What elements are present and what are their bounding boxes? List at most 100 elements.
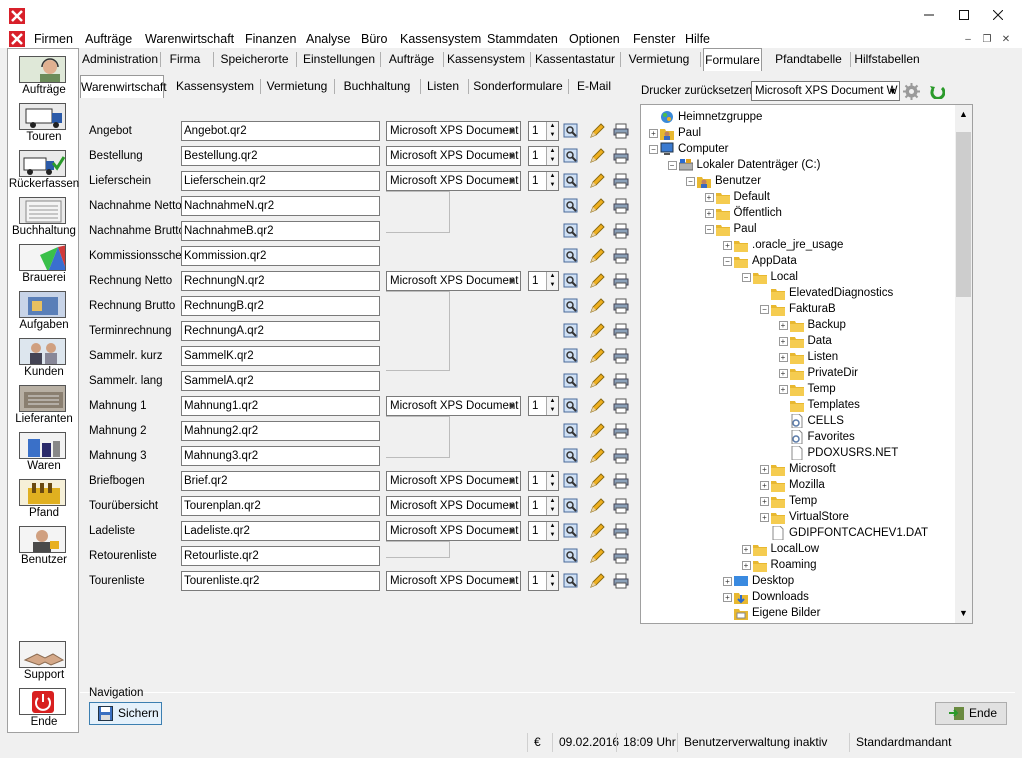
form-file-input[interactable]: RechnungA.qr2 — [181, 321, 380, 341]
subtab-warenwirtschaft[interactable]: Warenwirtschaft — [80, 75, 167, 98]
form-printer-select[interactable]: Microsoft XPS Document Writer▼ — [386, 121, 521, 141]
printer-icon[interactable] — [613, 173, 629, 189]
menu-auftraege[interactable]: Aufträge — [85, 31, 132, 47]
expand-icon[interactable]: + — [778, 353, 788, 362]
printer-icon[interactable] — [613, 298, 629, 314]
printer-icon[interactable] — [613, 398, 629, 414]
expand-icon[interactable]: + — [778, 385, 788, 394]
tab-auftraege[interactable]: Aufträge — [383, 48, 440, 71]
preview-icon[interactable] — [563, 473, 579, 489]
form-printer-select[interactable]: Microsoft XPS Document Writer▼ — [386, 471, 521, 491]
spinner-arrows-icon[interactable]: ▲ ▼ — [546, 472, 558, 490]
sidebar-item-buchhaltung[interactable]: Buchhaltung — [8, 195, 80, 241]
form-file-input[interactable]: Kommission.qr2 — [181, 246, 380, 266]
form-file-input[interactable]: Mahnung3.qr2 — [181, 446, 380, 466]
mdi-close-icon[interactable]: ✕ — [998, 32, 1014, 46]
pencil-icon[interactable] — [589, 373, 605, 389]
preview-icon[interactable] — [563, 298, 579, 314]
tab-einstellungen[interactable]: Einstellungen — [299, 48, 379, 71]
printer-icon[interactable] — [613, 448, 629, 464]
preview-icon[interactable] — [563, 198, 579, 214]
tab-vermietung[interactable]: Vermietung — [623, 48, 695, 71]
subtab-email[interactable]: E-Mail — [571, 75, 617, 98]
tab-kassensystem[interactable]: Kassensystem — [446, 48, 526, 71]
expand-icon[interactable]: + — [741, 561, 751, 570]
pencil-icon[interactable] — [589, 273, 605, 289]
sidebar-item-auftraege[interactable]: Aufträge — [8, 54, 80, 100]
menu-warenwirtschaft[interactable]: Warenwirtschaft — [145, 31, 234, 47]
pencil-icon[interactable] — [589, 123, 605, 139]
form-file-input[interactable]: Ladeliste.qr2 — [181, 521, 380, 541]
spinner-arrows-icon[interactable]: ▲ ▼ — [546, 397, 558, 415]
spinner-arrows-icon[interactable]: ▲ ▼ — [546, 172, 558, 190]
printer-icon[interactable] — [613, 148, 629, 164]
form-printer-select[interactable]: Microsoft XPS Document Writer▼ — [386, 271, 521, 291]
menu-firmen[interactable]: Firmen — [34, 31, 73, 47]
collapse-icon[interactable]: − — [704, 225, 714, 234]
tab-formulare[interactable]: Formulare — [703, 48, 762, 71]
preview-icon[interactable] — [563, 398, 579, 414]
sidebar-item-brauerei[interactable]: Brauerei — [8, 242, 80, 288]
form-copies-stepper[interactable]: 1 ▲ ▼ — [528, 521, 559, 541]
subtab-vermietung[interactable]: Vermietung — [263, 75, 331, 98]
expand-icon[interactable]: + — [723, 593, 732, 602]
spinner-arrows-icon[interactable]: ▲ ▼ — [546, 122, 558, 140]
collapse-icon[interactable]: − — [723, 257, 732, 266]
pencil-icon[interactable] — [589, 323, 605, 339]
expand-icon[interactable]: + — [760, 465, 769, 474]
expand-icon[interactable]: + — [760, 513, 769, 522]
tab-firma[interactable]: Firma — [162, 48, 208, 71]
preview-icon[interactable] — [563, 373, 579, 389]
printer-icon[interactable] — [613, 273, 629, 289]
expand-icon[interactable]: + — [704, 209, 714, 218]
form-printer-select[interactable]: Microsoft XPS Document Writer▼ — [386, 396, 521, 416]
form-copies-stepper[interactable]: 1 ▲ ▼ — [528, 496, 559, 516]
preview-icon[interactable] — [563, 548, 579, 564]
form-file-input[interactable]: Bestellung.qr2 — [181, 146, 380, 166]
expand-icon[interactable]: + — [778, 321, 788, 330]
preview-icon[interactable] — [563, 123, 579, 139]
preview-icon[interactable] — [563, 498, 579, 514]
pencil-icon[interactable] — [589, 248, 605, 264]
spinner-arrows-icon[interactable]: ▲ ▼ — [546, 272, 558, 290]
printer-icon[interactable] — [613, 348, 629, 364]
menu-fenster[interactable]: Fenster — [633, 31, 675, 47]
subtab-listen[interactable]: Listen — [423, 75, 463, 98]
close-button[interactable] — [981, 0, 1015, 30]
form-file-input[interactable]: Tourenplan.qr2 — [181, 496, 380, 516]
maximize-button[interactable] — [947, 0, 981, 30]
sidebar-item-lieferanten[interactable]: Lieferanten — [8, 383, 80, 429]
spinner-arrows-icon[interactable]: ▲ ▼ — [546, 147, 558, 165]
form-copies-stepper[interactable]: 1 ▲ ▼ — [528, 121, 559, 141]
printer-icon[interactable] — [613, 223, 629, 239]
form-copies-stepper[interactable]: 1 ▲ ▼ — [528, 471, 559, 491]
sidebar-item-waren[interactable]: Waren — [8, 430, 80, 476]
pencil-icon[interactable] — [589, 523, 605, 539]
save-button[interactable]: Sichern — [89, 702, 162, 725]
form-printer-select[interactable]: Microsoft XPS Document Writer▼ — [386, 171, 521, 191]
pencil-icon[interactable] — [589, 423, 605, 439]
subtab-kassensystem[interactable]: Kassensystem — [172, 75, 258, 98]
pencil-icon[interactable] — [589, 198, 605, 214]
menu-kassensystem[interactable]: Kassensystem — [400, 31, 481, 47]
form-copies-stepper[interactable]: 1 ▲ ▼ — [528, 171, 559, 191]
sidebar-item-ende[interactable]: Ende — [8, 686, 80, 732]
expand-icon[interactable]: + — [760, 481, 769, 490]
form-file-input[interactable]: NachnahmeN.qr2 — [181, 196, 380, 216]
pencil-icon[interactable] — [589, 573, 605, 589]
preview-icon[interactable] — [563, 523, 579, 539]
printer-icon[interactable] — [613, 473, 629, 489]
printer-icon[interactable] — [613, 573, 629, 589]
pencil-icon[interactable] — [589, 448, 605, 464]
sidebar-item-aufgaben[interactable]: Aufgaben — [8, 289, 80, 335]
menu-buero[interactable]: Büro — [361, 31, 387, 47]
preview-icon[interactable] — [563, 323, 579, 339]
preview-icon[interactable] — [563, 223, 579, 239]
printer-icon[interactable] — [613, 498, 629, 514]
expand-icon[interactable]: + — [723, 577, 732, 586]
form-file-input[interactable]: Mahnung1.qr2 — [181, 396, 380, 416]
collapse-icon[interactable]: − — [667, 161, 677, 170]
form-printer-select[interactable]: Microsoft XPS Document Writer▼ — [386, 521, 521, 541]
subtab-buchhaltung[interactable]: Buchhaltung — [337, 75, 417, 98]
form-copies-stepper[interactable]: 1 ▲ ▼ — [528, 396, 559, 416]
